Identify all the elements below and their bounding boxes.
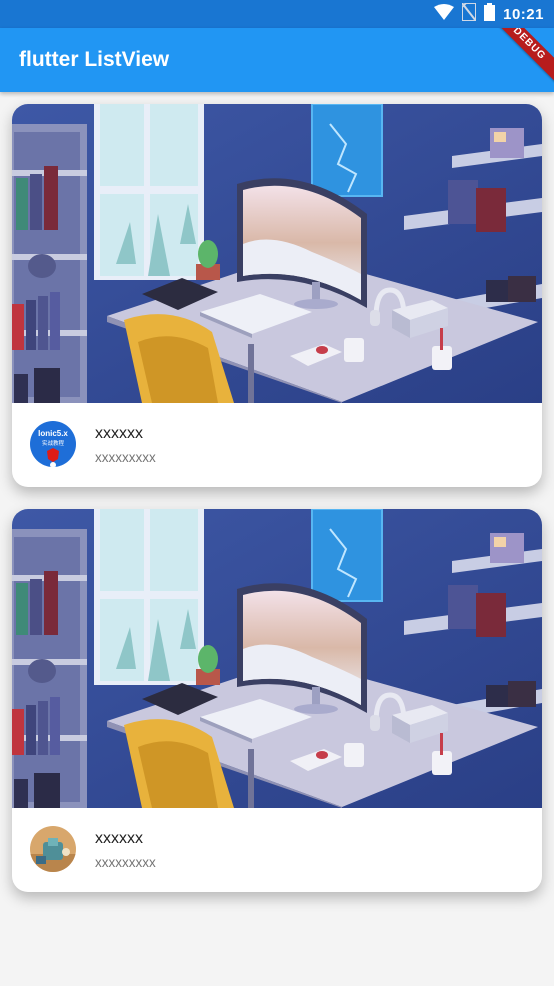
toy-figure-avatar bbox=[30, 826, 76, 872]
wifi-icon bbox=[434, 3, 455, 25]
battery-icon bbox=[484, 2, 496, 26]
room-desk-illustration bbox=[12, 104, 542, 403]
room-desk-illustration bbox=[12, 509, 542, 808]
status-time: 10:21 bbox=[503, 5, 544, 23]
ionic-course-logo-avatar: Ionic5.x 实战教程 bbox=[30, 421, 76, 467]
no-sim-icon bbox=[461, 1, 478, 26]
status-bar: 10:21 bbox=[0, 0, 554, 28]
page-title: flutter ListView bbox=[19, 48, 170, 71]
list-item-subtitle: xxxxxxxxx bbox=[95, 855, 156, 870]
avatar-line2: 实战教程 bbox=[42, 439, 65, 447]
list-tile[interactable]: xxxxxx xxxxxxxxx bbox=[12, 808, 542, 892]
avatar-line1: Ionic5.x bbox=[38, 429, 68, 438]
app-bar: flutter ListView bbox=[0, 28, 554, 92]
list-item-card[interactable]: xxxxxx xxxxxxxxx bbox=[12, 509, 542, 892]
list-item-title: xxxxxx bbox=[95, 425, 143, 442]
list-item-subtitle: xxxxxxxxx bbox=[95, 450, 156, 465]
status-icons: 10:21 bbox=[434, 1, 544, 26]
list-item-title: xxxxxx bbox=[95, 830, 143, 847]
list-item-card[interactable]: Ionic5.x 实战教程 xxxxxx xxxxxxxxx bbox=[12, 104, 542, 487]
list-tile[interactable]: Ionic5.x 实战教程 xxxxxx xxxxxxxxx bbox=[12, 403, 542, 487]
